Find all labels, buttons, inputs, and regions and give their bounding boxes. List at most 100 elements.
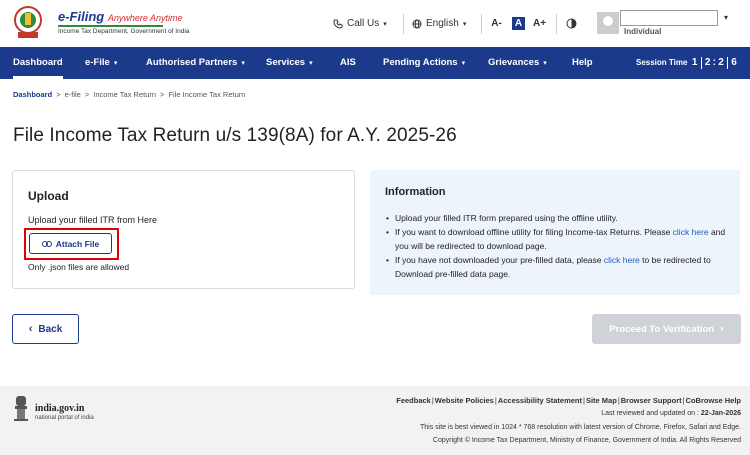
breadcrumb-income-tax-return[interactable]: Income Tax Return [93, 90, 156, 99]
nav-e-file[interactable]: e-File ▾ [85, 47, 117, 79]
tax-department-logo [14, 6, 42, 38]
india-gov-subtitle: national portal of india [35, 415, 94, 421]
attach-file-button[interactable]: Attach File [29, 233, 112, 254]
download-utility-link[interactable]: click here [673, 227, 709, 237]
globe-icon [412, 19, 422, 28]
brand[interactable]: e-Filing Anywhere Anytime Income Tax Dep… [58, 9, 189, 35]
nav-label: Dashboard [13, 57, 63, 68]
divider [556, 14, 557, 34]
best-viewed-note: This site is best viewed in 1024 * 768 r… [420, 424, 741, 431]
nav-label: Grievances [488, 57, 540, 68]
footer-link-site-map[interactable]: Site Map [586, 396, 617, 405]
chevron-down-icon: ▾ [461, 60, 466, 67]
session-timer: Session Time 12:26 [636, 47, 739, 79]
upload-card: Upload Upload your filled ITR from Here … [12, 170, 355, 289]
session-digit: 2 [704, 57, 711, 68]
nav-label: Pending Actions [383, 57, 458, 68]
footer: india.gov.in national portal of india Fe… [0, 386, 750, 455]
brand-subtitle: Income Tax Department, Government of Ind… [58, 28, 190, 35]
user-name-dropdown[interactable] [620, 10, 718, 26]
proceed-label: Proceed To Verification [609, 323, 715, 335]
nav-dashboard[interactable]: Dashboard [13, 47, 63, 79]
copyright: Copyright © Income Tax Department, Minis… [432, 437, 741, 444]
breadcrumb-e-file[interactable]: e-file [65, 90, 81, 99]
last-updated: Last reviewed and updated on : 22-Jan-20… [601, 410, 741, 417]
upload-instruction: Upload your filled ITR from Here [28, 215, 158, 225]
chevron-left-icon: ‹ [28, 323, 33, 335]
breadcrumb-dashboard[interactable]: Dashboard [13, 90, 52, 99]
information-card: Information Upload your filled ITR form … [370, 170, 740, 295]
chevron-down-icon: ▾ [241, 60, 245, 67]
breadcrumb-current: File Income Tax Return [168, 90, 246, 99]
top-header: e-Filing Anywhere Anytime Income Tax Dep… [0, 0, 750, 47]
nav-label: Authorised Partners [146, 57, 238, 68]
nav-services[interactable]: Services ▾ [266, 47, 313, 79]
info-text: If you have not downloaded your pre-fill… [395, 255, 602, 265]
page-title: File Income Tax Return u/s 139(8A) for A… [13, 125, 457, 146]
info-text: If you want to download offline utility … [395, 227, 671, 237]
nav-label: Help [572, 57, 593, 68]
updated-label: Last reviewed and updated on : [601, 410, 699, 417]
call-us-label: Call Us [347, 18, 380, 29]
session-label: Session Time [636, 58, 688, 67]
info-text: Upload your filled ITR form prepared usi… [395, 213, 618, 223]
list-item: If you have not downloaded your pre-fill… [385, 253, 730, 281]
footer-link-website-policies[interactable]: Website Policies [435, 396, 494, 405]
footer-link-feedback[interactable]: Feedback [396, 396, 431, 405]
nav-label: Services [266, 57, 306, 68]
india-gov-link[interactable]: india.gov.in [35, 403, 84, 414]
session-digit: 1 [691, 57, 698, 68]
brand-tagline: Anywhere Anytime [107, 13, 183, 23]
footer-link-browser-support[interactable]: Browser Support [621, 396, 682, 405]
font-increase-button[interactable]: A+ [533, 17, 546, 30]
font-decrease-button[interactable]: A- [490, 17, 503, 30]
proceed-to-verification-button[interactable]: Proceed To Verification › [592, 314, 741, 344]
main-nav: Dashboard e-File ▾ Authorised Partners ▾ S… [0, 47, 750, 79]
chevron-down-icon: ▾ [113, 60, 118, 67]
brand-title: e-Filing [58, 9, 105, 24]
chevron-down-icon: ▾ [462, 20, 467, 28]
nav-authorised-partners[interactable]: Authorised Partners ▾ [146, 47, 245, 79]
session-digit: 2 [718, 57, 724, 68]
chevron-down-icon: ▾ [309, 60, 313, 67]
breadcrumb: Dashboard > e-file > Income Tax Return > File … [13, 90, 246, 99]
prefilled-data-link[interactable]: click here [604, 255, 640, 265]
footer-link-accessibility[interactable]: Accessibility Statement [498, 396, 582, 405]
chevron-right-icon: › [720, 323, 724, 335]
session-digit: 6 [731, 57, 737, 68]
nav-help[interactable]: Help [572, 47, 593, 79]
list-item: If you want to download offline utility … [385, 225, 730, 253]
nav-label: e-File [85, 57, 110, 68]
user-role: Individual [624, 27, 662, 36]
list-item: Upload your filled ITR form prepared usi… [385, 211, 730, 225]
divider [403, 14, 404, 34]
attach-highlight-box: Attach File [24, 228, 119, 260]
back-button[interactable]: ‹ Back [12, 314, 79, 344]
nav-label: AIS [340, 57, 356, 68]
information-list: Upload your filled ITR form prepared usi… [385, 211, 730, 281]
font-normal-button[interactable]: A [512, 17, 525, 30]
attach-file-label: Attach File [55, 238, 100, 249]
footer-links: Feedback|Website Policies|Accessibility … [396, 396, 741, 405]
language-selector[interactable]: English ▾ [412, 18, 466, 29]
avatar[interactable] [597, 12, 619, 34]
brand-divider [58, 25, 163, 27]
chevron-down-icon[interactable]: ▾ [724, 13, 728, 22]
divider [481, 14, 482, 34]
file-type-note: Only .json files are allowed [28, 262, 130, 272]
information-heading: Information [385, 186, 446, 198]
contrast-icon[interactable] [566, 18, 577, 29]
language-label: English [426, 18, 459, 29]
nav-grievances[interactable]: Grievances ▾ [488, 47, 547, 79]
national-emblem-icon [14, 396, 28, 421]
chevron-down-icon: ▾ [543, 60, 547, 67]
footer-link-cobrowse-help[interactable]: CoBrowse Help [686, 396, 741, 405]
link-icon [41, 240, 52, 247]
call-us-button[interactable]: Call Us ▾ [333, 18, 387, 29]
phone-icon [333, 19, 343, 29]
nav-pending-actions[interactable]: Pending Actions ▾ [383, 47, 465, 79]
upload-heading: Upload [28, 189, 69, 203]
nav-ais[interactable]: AIS [340, 47, 356, 79]
back-label: Back [38, 323, 63, 335]
chevron-down-icon: ▾ [383, 20, 387, 28]
